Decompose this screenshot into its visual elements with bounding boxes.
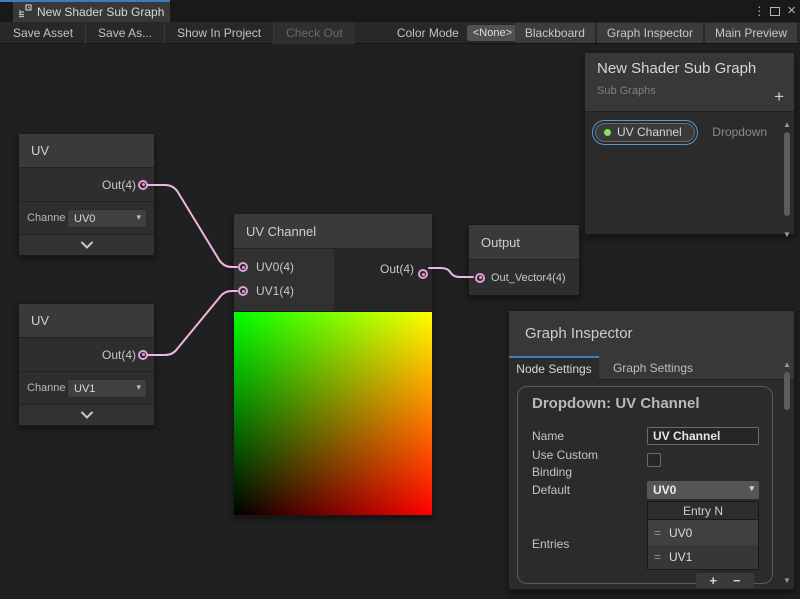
- name-field[interactable]: [647, 427, 759, 445]
- drag-handle-icon[interactable]: =: [654, 550, 661, 564]
- uv-node-top[interactable]: UV Out(4) Channe UV0 ▾: [18, 133, 155, 256]
- drag-handle-icon[interactable]: =: [654, 526, 661, 540]
- shader-graph-window: New Shader Sub Graph ⋮ × Save Asset Save…: [0, 0, 800, 599]
- uv-preview: [234, 312, 432, 515]
- output-port[interactable]: [138, 350, 148, 360]
- blackboard-header[interactable]: New Shader Sub Graph Sub Graphs +: [585, 53, 794, 112]
- add-entry-button[interactable]: +: [709, 574, 717, 587]
- scrollbar-thumb[interactable]: [784, 132, 790, 216]
- entries-label: Entries: [532, 537, 569, 551]
- output-slot-row: Out(4): [334, 249, 432, 311]
- scroll-down-icon[interactable]: ▼: [783, 231, 791, 239]
- blackboard-title: New Shader Sub Graph: [597, 60, 782, 77]
- output-node[interactable]: Output Out_Vector4(4): [468, 224, 580, 296]
- node-settings-box: Dropdown: UV Channel Name Use Custom Bin…: [517, 386, 773, 584]
- shader-graph-asset-icon: [18, 4, 32, 21]
- output-port[interactable]: [418, 269, 428, 279]
- use-custom-binding-label: Use Custom Binding: [532, 447, 628, 482]
- tab-title: New Shader Sub Graph: [37, 5, 164, 19]
- node-title[interactable]: Output: [469, 225, 579, 260]
- close-icon[interactable]: ×: [787, 6, 796, 16]
- chevron-down-icon: [80, 238, 94, 252]
- use-custom-binding-checkbox[interactable]: [647, 453, 661, 467]
- color-mode-label: Color Mode: [389, 26, 467, 40]
- channel-label: Channe: [27, 382, 66, 394]
- document-tab[interactable]: New Shader Sub Graph: [13, 2, 170, 22]
- inspector-header[interactable]: Graph Inspector: [509, 311, 794, 356]
- window-menu-icon[interactable]: ⋮: [753, 4, 763, 18]
- title-bar: New Shader Sub Graph ⋮ ×: [0, 0, 800, 22]
- inspector-title: Graph Inspector: [525, 325, 633, 342]
- input-port-uv1[interactable]: [238, 286, 248, 296]
- scroll-up-icon[interactable]: ▲: [783, 121, 791, 129]
- uv-node-bottom[interactable]: UV Out(4) Channe UV1 ▾: [18, 303, 155, 426]
- node-title[interactable]: UV Channel: [234, 214, 432, 249]
- chevron-down-icon: [80, 408, 94, 422]
- tab-graph-settings[interactable]: Graph Settings: [599, 356, 707, 380]
- entry-list-header: Entry N: [647, 501, 759, 520]
- property-type-label: Dropdown: [712, 125, 767, 139]
- input-slot-row: UV1(4): [234, 279, 334, 303]
- remove-entry-button[interactable]: −: [733, 574, 741, 587]
- collapse-preview-button[interactable]: [19, 235, 154, 255]
- output-slot-row: Out(4): [19, 338, 154, 372]
- graph-inspector-panel: Graph Inspector Node Settings Graph Sett…: [508, 310, 795, 590]
- property-pill-selected[interactable]: UV Channel: [592, 120, 698, 145]
- output-slot-row: Out(4): [19, 168, 154, 202]
- default-dropdown[interactable]: UV0 ▾: [647, 481, 759, 499]
- inspector-tab-bar: Node Settings Graph Settings: [509, 356, 794, 380]
- name-label: Name: [532, 429, 564, 443]
- blackboard-panel: New Shader Sub Graph Sub Graphs + UV Cha…: [584, 52, 795, 235]
- input-port[interactable]: [475, 273, 485, 283]
- channel-label: Channe: [27, 212, 66, 224]
- node-title[interactable]: UV: [19, 304, 154, 338]
- default-label: Default: [532, 483, 570, 497]
- node-io-section: UV0(4) UV1(4) Out(4): [234, 249, 432, 312]
- save-as-button[interactable]: Save As...: [86, 22, 165, 44]
- chevron-down-icon: ▾: [136, 212, 141, 223]
- entry-row[interactable]: = UV1: [647, 545, 759, 570]
- channel-dropdown[interactable]: UV1 ▾: [67, 379, 147, 398]
- entry-list-footer: + −: [696, 573, 754, 588]
- blackboard-subtitle: Sub Graphs: [597, 85, 782, 97]
- input-slot-row: Out_Vector4(4): [469, 260, 579, 295]
- chevron-down-icon: ▾: [749, 483, 754, 494]
- uv-channel-node[interactable]: UV Channel UV0(4) UV1(4) Out(4): [233, 213, 433, 516]
- input-slot-row: UV0(4): [234, 255, 334, 279]
- check-out-button[interactable]: Check Out: [274, 22, 355, 44]
- save-asset-button[interactable]: Save Asset: [0, 22, 86, 44]
- toolbar: Save Asset Save As... Show In Project Ch…: [0, 22, 800, 44]
- blackboard-toggle-button[interactable]: Blackboard: [515, 23, 595, 43]
- blackboard-item-row: UV Channel Dropdown: [592, 119, 794, 145]
- scrollbar-thumb[interactable]: [784, 372, 790, 410]
- channel-control-row: Channe UV1 ▾: [19, 372, 154, 405]
- output-port[interactable]: [138, 180, 148, 190]
- show-in-project-button[interactable]: Show In Project: [165, 22, 274, 44]
- channel-control-row: Channe UV0 ▾: [19, 202, 154, 235]
- selected-item-title: Dropdown: UV Channel: [532, 395, 700, 412]
- scroll-up-icon[interactable]: ▲: [783, 361, 791, 369]
- collapse-preview-button[interactable]: [19, 405, 154, 425]
- input-port-uv0[interactable]: [238, 262, 248, 272]
- exposed-dot-icon: [604, 129, 611, 136]
- node-title[interactable]: UV: [19, 134, 154, 168]
- tab-node-settings[interactable]: Node Settings: [509, 356, 599, 380]
- add-property-button[interactable]: +: [774, 88, 784, 105]
- entry-row[interactable]: = UV0: [647, 520, 759, 545]
- graph-inspector-toggle-button[interactable]: Graph Inspector: [597, 23, 703, 43]
- main-preview-toggle-button[interactable]: Main Preview: [705, 23, 797, 43]
- scroll-down-icon[interactable]: ▼: [783, 577, 791, 585]
- chevron-down-icon: ▾: [136, 382, 141, 393]
- channel-dropdown[interactable]: UV0 ▾: [67, 209, 147, 228]
- blackboard-content: UV Channel Dropdown ▲ ▼: [585, 119, 794, 241]
- maximize-icon[interactable]: [770, 7, 780, 16]
